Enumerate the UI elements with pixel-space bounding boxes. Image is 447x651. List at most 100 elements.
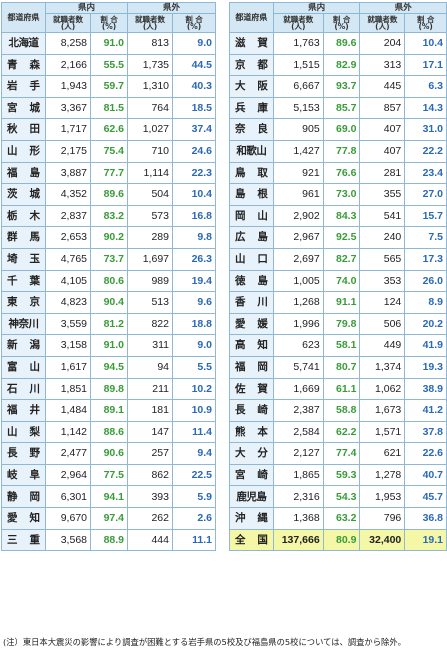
in-employed-cell: 6,667 [272,75,324,98]
in-employed-cell: 2,166 [45,53,91,77]
pref-label: 茨城 [7,188,40,201]
pref-label: 新潟 [7,339,40,352]
out-ratio-cell: 27.0 [404,183,447,206]
pref-cell: 埼玉 [1,247,46,271]
out-ratio-cell: 44.5 [172,53,216,77]
out-employed-cell: 407 [359,118,406,141]
table-row: 新潟 3,158 91.0 311 9.0 [1,334,216,357]
out-ratio-cell: 5.5 [172,355,216,379]
pref-cell: 和歌山 [229,139,274,163]
out-employed-cell: 311 [127,334,173,357]
pref-cell: 山梨 [1,420,46,444]
out-employed-cell: 1,374 [359,355,406,379]
in-ratio-cell: 90.4 [90,291,128,314]
table-row: 千葉 4,105 80.6 989 19.4 [1,269,216,293]
in-employed-cell: 905 [272,118,324,141]
pref-label: 神奈川 [8,317,40,330]
table-row: 長野 2,477 90.6 257 9.4 [1,442,216,465]
table-row: 福井 1,484 89.1 181 10.9 [1,399,216,422]
in-employed-cell: 1,996 [272,312,324,336]
table-row: 石川 1,851 89.8 211 10.2 [1,377,216,401]
in-employed-cell: 2,653 [45,226,91,249]
in-ratio-cell: 94.1 [90,485,128,509]
in-employed-cell: 623 [272,334,324,357]
in-employed-cell: 3,158 [45,334,91,357]
out-ratio-cell: 19.3 [404,355,447,379]
pref-cell: 京都 [229,53,274,77]
pref-cell: 大分 [229,442,274,465]
out-employed-cell: 94 [127,355,173,379]
pref-label: 石川 [7,382,40,395]
in-employed-cell: 4,823 [45,291,91,314]
pref-label: 鳥取 [235,166,268,179]
out-employed-cell: 407 [359,139,406,163]
out-employed-cell: 1,114 [127,161,173,185]
in-ratio-cell: 77.5 [90,463,128,487]
in-pref-header: 県内 [45,2,128,14]
pref-label: 東京 [7,296,40,309]
in-employed-cell: 4,765 [45,247,91,271]
out-ratio-cell: 9.0 [172,334,216,357]
pref-label: 千葉 [7,274,40,287]
out-ratio-cell: 10.4 [172,183,216,206]
pref-label: 大阪 [235,80,268,93]
in-employed-cell: 2,175 [45,139,91,163]
out-employed-cell: 1,953 [359,485,406,509]
in-ratio-cell: 61.1 [322,377,361,401]
out-employed-cell: 124 [359,291,406,314]
table-row: 山梨 1,142 88.6 147 11.4 [1,420,216,444]
out-ratio-cell: 24.6 [172,139,216,163]
in-employed-cell: 137,666 [272,528,324,552]
in-employed-cell: 921 [272,161,324,185]
pref-header: 都道府県 [1,2,46,33]
out-ratio-cell: 9.8 [172,226,216,249]
out-employed-cell: 822 [127,312,173,336]
in-ratio-cell: 82.9 [322,53,361,77]
pref-label: 埼玉 [7,252,40,265]
pref-cell: 新潟 [1,334,46,357]
pref-cell: 福岡 [229,355,274,379]
out-ratio-cell: 18.8 [172,312,216,336]
table-row: 秋田 1,717 62.6 1,027 37.4 [1,118,216,141]
table-row: 神奈川 3,559 81.2 822 18.8 [1,312,216,336]
in-ratio-cell: 81.2 [90,312,128,336]
out-employed-cell: 541 [359,204,406,228]
table-row: 福岡 5,741 80.7 1,374 19.3 [229,355,447,379]
out-ratio-cell: 9.4 [172,442,216,465]
in-pref-header: 県内 [272,2,361,14]
out-employed-cell: 181 [127,399,173,422]
in-ratio-cell: 89.6 [90,183,128,206]
pref-cell: 愛知 [1,507,46,530]
out-employed-cell: 565 [359,247,406,271]
out-ratio-cell: 40.3 [172,75,216,98]
table-row: 和歌山 1,427 77.8 407 22.2 [229,139,447,163]
pref-label: 沖縄 [235,512,268,525]
right-table: 都道府県 県内 県外 就職者数 (人) 割 合 (%) 就職者数 (人) 割 合… [229,2,447,552]
employed-header: 就職者数 (人) [127,13,173,33]
in-employed-cell: 2,967 [272,226,324,249]
out-pref-header: 県外 [359,2,447,14]
table-row: 佐賀 1,669 61.1 1,062 38.9 [229,377,447,401]
out-ratio-cell: 6.3 [404,75,447,98]
in-employed-cell: 3,559 [45,312,91,336]
pref-cell: 富山 [1,355,46,379]
out-ratio-cell: 19.1 [404,528,447,552]
employed-header: 就職者数 (人) [272,13,324,33]
in-employed-cell: 1,617 [45,355,91,379]
in-employed-cell: 2,697 [272,247,324,271]
in-ratio-cell: 58.8 [322,399,361,422]
pref-cell: 高知 [229,334,274,357]
out-employed-cell: 32,400 [359,528,406,552]
in-employed-cell: 5,741 [272,355,324,379]
table-row: 岩手 1,943 59.7 1,310 40.3 [1,75,216,98]
in-employed-cell: 3,367 [45,96,91,120]
out-employed-cell: 1,571 [359,420,406,444]
pref-label: 岩手 [7,80,40,93]
pref-label: 宮崎 [235,468,268,481]
out-employed-cell: 313 [359,53,406,77]
table-row: 香川 1,268 91.1 124 8.9 [229,291,447,314]
out-employed-cell: 289 [127,226,173,249]
out-ratio-cell: 15.7 [404,204,447,228]
out-ratio-cell: 11.4 [172,420,216,444]
out-ratio-cell: 22.3 [172,161,216,185]
